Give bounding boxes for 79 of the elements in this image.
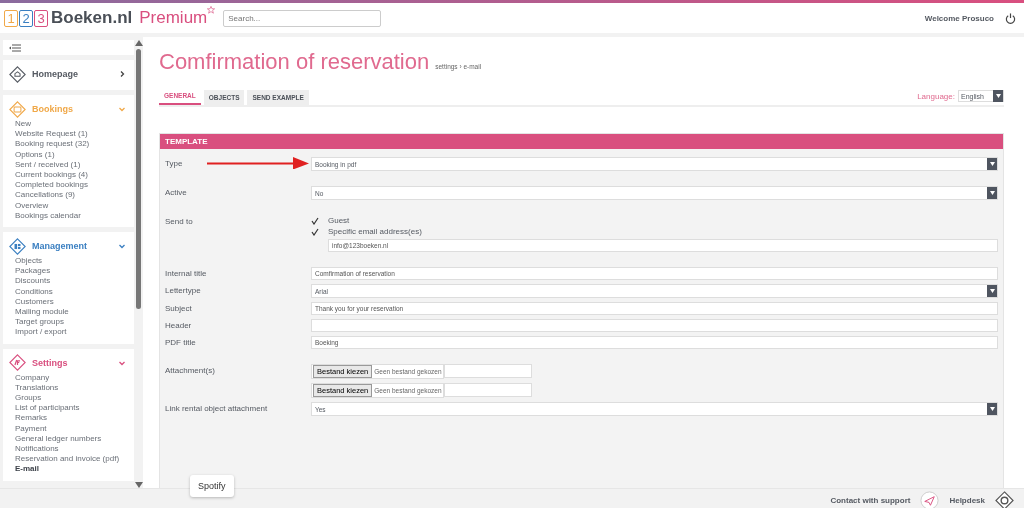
field-label: Attachment(s) xyxy=(165,365,216,377)
paper-plane-icon[interactable] xyxy=(920,491,940,508)
star-icon xyxy=(207,6,216,14)
menu-item[interactable]: General ledger numbers xyxy=(9,433,134,445)
menu-item[interactable]: Remarks xyxy=(9,413,134,424)
checkbox-label: Guest xyxy=(328,216,350,225)
support-link[interactable]: Contact with support xyxy=(830,496,911,505)
section-icon xyxy=(9,100,26,118)
power-icon[interactable] xyxy=(1005,12,1016,24)
language-label: Language: xyxy=(917,91,955,101)
menu-item[interactable]: Import / export xyxy=(9,327,134,338)
menu-item[interactable]: Website Request (1) xyxy=(9,129,134,140)
field-label: Internal title xyxy=(165,268,208,280)
dropdown-icon xyxy=(989,289,995,293)
dropdown-icon xyxy=(989,162,995,166)
menu-item[interactable]: Conditions xyxy=(9,286,134,297)
menu-item[interactable]: Notifications xyxy=(9,444,134,455)
section-icon xyxy=(9,354,26,372)
field-label: Subject xyxy=(165,303,193,315)
panel-header: TEMPLATE xyxy=(160,134,1003,149)
logo-digit: 2 xyxy=(19,9,33,27)
menu-item[interactable]: Booking request (32) xyxy=(9,139,134,150)
menu-item[interactable]: Translations xyxy=(9,382,134,394)
chevron-down-icon[interactable] xyxy=(118,242,126,251)
menu-item[interactable]: Customers xyxy=(9,296,134,308)
menu-icon[interactable] xyxy=(9,43,21,52)
menu-item[interactable]: Completed bookings xyxy=(9,180,134,191)
chevron-right-icon[interactable] xyxy=(118,70,126,78)
checkbox[interactable] xyxy=(311,227,319,236)
field-label: Send to xyxy=(165,216,194,228)
welcome-text: Welcome Prosuco xyxy=(924,13,994,23)
menu-item[interactable]: Objects xyxy=(9,256,134,267)
menu-item[interactable]: List of participants xyxy=(9,403,134,414)
checkbox[interactable] xyxy=(311,216,319,225)
menu-item[interactable]: Bookings calendar xyxy=(9,210,134,222)
text-field[interactable] xyxy=(311,319,998,332)
page-title: Comfirmation of reservation xyxy=(159,49,430,75)
field-label: Type xyxy=(165,158,184,170)
checkbox-label: Specific email address(es) xyxy=(328,227,422,236)
menu-item[interactable]: New xyxy=(9,119,134,130)
logo-digit: 1 xyxy=(4,9,18,27)
menu-item[interactable]: Mailing module xyxy=(9,307,134,318)
text-field[interactable] xyxy=(443,364,532,378)
field-label: Link rental object attachment xyxy=(165,403,269,415)
menu-item[interactable]: E-mail xyxy=(9,464,134,475)
field-label: Lettertype xyxy=(165,285,202,297)
dropdown-icon xyxy=(989,407,995,411)
menu-item[interactable]: Discounts xyxy=(9,276,134,287)
chevron-down-icon[interactable] xyxy=(118,105,126,113)
menu-item[interactable]: Options (1) xyxy=(9,149,134,160)
menu-item[interactable]: Sent / received (1) xyxy=(9,159,134,170)
menu-item[interactable]: Current bookings (4) xyxy=(9,170,134,181)
plan-label: Premium xyxy=(139,8,208,28)
menu-item[interactable]: Company xyxy=(9,372,134,383)
menu-item[interactable]: Reservation and invoice (pdf) xyxy=(9,454,134,465)
search-field[interactable]: Search... xyxy=(223,9,382,27)
section-icon xyxy=(9,65,26,83)
lifebuoy-icon[interactable] xyxy=(995,491,1014,508)
section-title[interactable]: Management xyxy=(32,241,112,252)
menu-item[interactable]: Cancellations (9) xyxy=(9,190,134,201)
helpdesk-link[interactable]: Helpdesk xyxy=(949,496,985,505)
logo-name: Boeken.nl xyxy=(51,8,133,28)
menu-item[interactable]: Groups xyxy=(9,393,134,404)
section-icon xyxy=(9,237,26,255)
field-label: Active xyxy=(165,187,188,199)
dropdown-icon xyxy=(989,191,995,195)
section-title[interactable]: Settings xyxy=(32,357,112,368)
menu-item[interactable]: Packages xyxy=(9,266,134,277)
menu-item[interactable]: Payment xyxy=(9,423,134,434)
field-label: Header xyxy=(165,320,193,332)
menu-item[interactable]: Overview xyxy=(9,200,134,211)
tooltip: Spotify xyxy=(190,475,234,497)
text-field[interactable] xyxy=(443,383,532,397)
field-label: PDF title xyxy=(165,337,197,349)
scrollbar-thumb[interactable] xyxy=(136,49,141,309)
scroll-up-icon[interactable] xyxy=(134,40,143,46)
logo-digit: 3 xyxy=(34,9,48,27)
menu-item[interactable]: Target groups xyxy=(9,317,134,328)
dropdown-icon xyxy=(995,94,1001,98)
